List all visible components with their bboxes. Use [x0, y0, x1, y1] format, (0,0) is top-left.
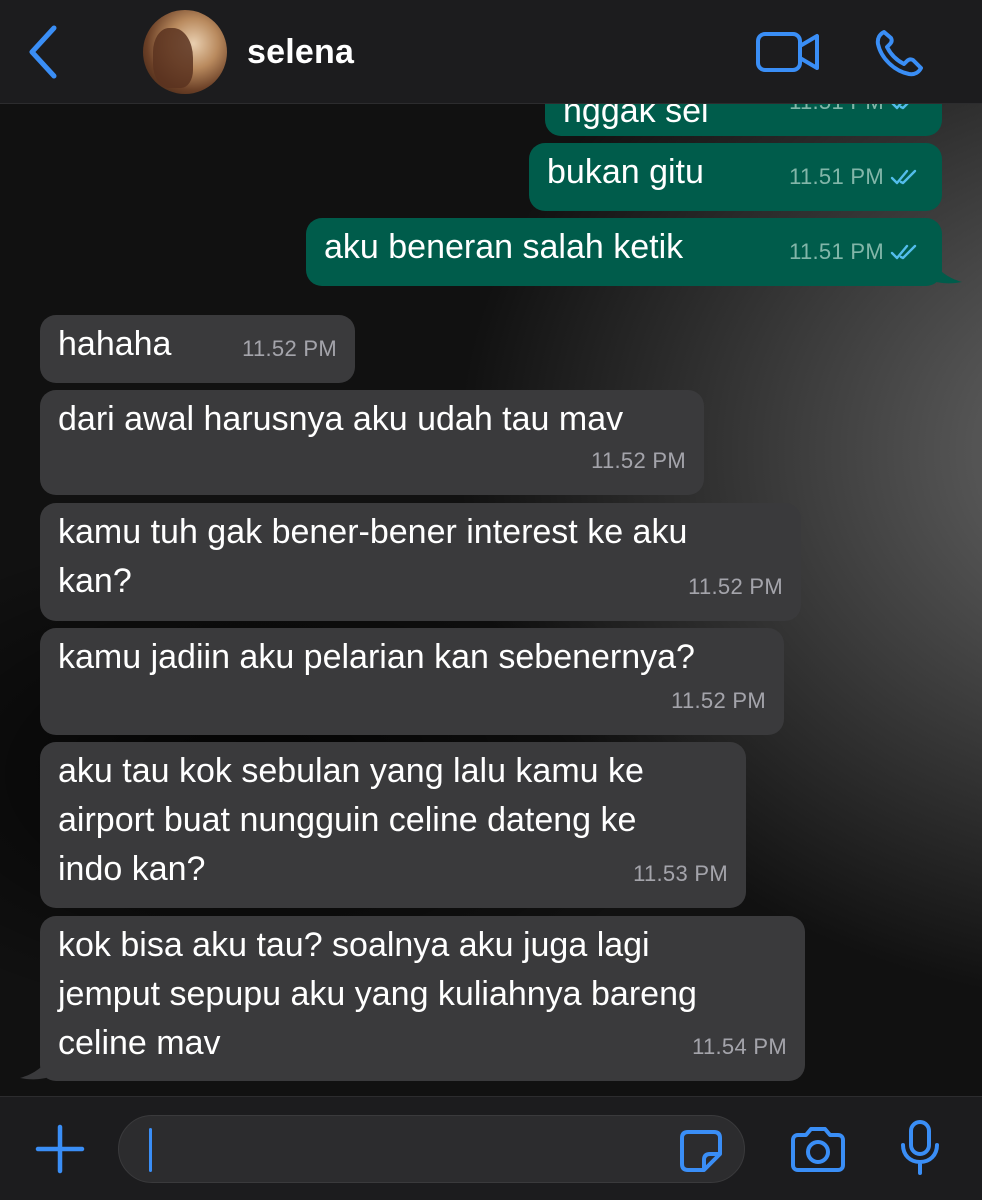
message-time: 11.52 PM: [242, 336, 337, 361]
message-time: 11.52 PM: [688, 574, 783, 599]
message-text: aku tau kok sebulan yang lalu kamu ke ai…: [58, 752, 644, 888]
message-meta: 11.51 PM: [789, 227, 920, 276]
camera-button[interactable]: [790, 1125, 846, 1173]
composer-bar: [0, 1096, 982, 1200]
camera-icon: [791, 1127, 845, 1172]
message-bubble-outgoing[interactable]: bukan gitu 11.51 PM: [529, 143, 942, 211]
sticker-button[interactable]: [678, 1128, 724, 1174]
message-text: kamu tuh gak bener-bener interest ke aku…: [58, 513, 688, 600]
message-bubble-incoming[interactable]: hahaha 11.52 PM: [40, 315, 355, 383]
message-time: 11.51 PM: [789, 104, 884, 126]
message-input[interactable]: [118, 1115, 745, 1183]
message-time: 11.54 PM: [692, 1034, 787, 1059]
read-receipt-icon: [890, 244, 917, 259]
message-meta: 11.54 PM: [692, 1022, 787, 1071]
message-bubble-incoming[interactable]: kok bisa aku tau? soalnya aku juga lagi …: [40, 916, 805, 1081]
bubble-tail-incoming: [20, 1052, 52, 1080]
sticker-icon: [680, 1130, 722, 1172]
attach-button[interactable]: [34, 1123, 86, 1175]
bubble-tail-outgoing: [930, 256, 962, 284]
message-meta: 11.51 PM: [789, 104, 920, 126]
message-text: kok bisa aku tau? soalnya aku juga lagi …: [58, 926, 697, 1062]
chevron-left-icon: [29, 25, 57, 79]
message-time: 11.52 PM: [671, 688, 766, 713]
voice-call-button[interactable]: [874, 28, 926, 78]
message-list[interactable]: nggak sei 11.51 PM bukan gitu 11.51 PM a…: [0, 104, 982, 1096]
message-meta: 11.52 PM: [591, 436, 686, 485]
text-cursor: [149, 1128, 152, 1172]
voice-message-button[interactable]: [898, 1119, 942, 1177]
read-receipt-icon: [891, 104, 909, 109]
message-bubble-outgoing[interactable]: nggak sei 11.51 PM: [545, 104, 942, 136]
message-meta: 11.52 PM: [671, 676, 766, 725]
contact-avatar[interactable]: [143, 10, 227, 94]
video-camera-icon: [756, 32, 819, 72]
microphone-icon: [901, 1120, 939, 1175]
message-bubble-incoming[interactable]: dari awal harusnya aku udah tau mav 11.5…: [40, 390, 704, 495]
message-bubble-outgoing[interactable]: aku beneran salah ketik 11.51 PM: [306, 218, 942, 286]
message-bubble-incoming[interactable]: kamu tuh gak bener-bener interest ke aku…: [40, 503, 801, 621]
message-text: kamu jadiin aku pelarian kan sebenernya?: [58, 638, 695, 676]
video-call-button[interactable]: [755, 30, 821, 74]
message-meta: 11.52 PM: [242, 324, 337, 373]
message-meta: 11.52 PM: [688, 562, 783, 611]
message-time: 11.51 PM: [789, 164, 884, 189]
message-time: 11.51 PM: [789, 239, 884, 264]
message-meta: 11.53 PM: [633, 849, 728, 898]
read-receipt-icon: [890, 169, 917, 184]
message-meta: 11.51 PM: [789, 152, 920, 201]
message-bubble-incoming[interactable]: kamu jadiin aku pelarian kan sebenernya?…: [40, 628, 784, 735]
plus-icon: [35, 1124, 85, 1174]
chat-header: selena: [0, 0, 982, 104]
message-bubble-incoming[interactable]: aku tau kok sebulan yang lalu kamu ke ai…: [40, 742, 746, 908]
message-time: 11.53 PM: [633, 861, 728, 886]
back-button[interactable]: [26, 22, 66, 82]
contact-name[interactable]: selena: [247, 33, 354, 72]
message-time: 11.52 PM: [591, 448, 686, 473]
phone-icon: [875, 30, 923, 77]
